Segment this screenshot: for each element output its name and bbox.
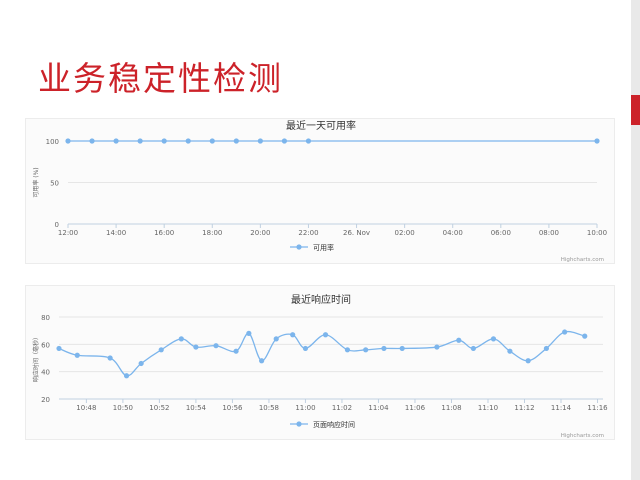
y-tick-label: 20 xyxy=(41,396,50,404)
x-tick-label: 20:00 xyxy=(250,229,270,237)
x-tick-label: 11:02 xyxy=(332,404,352,412)
data-point xyxy=(290,332,296,338)
availability-chart: 最近一天可用率 0 50 100 12:00 14:00 16:00 18:00 20:00 22… xyxy=(32,119,607,263)
data-point xyxy=(399,345,405,352)
x-tick-label: 10:54 xyxy=(186,404,207,412)
x-tick-label: 11:16 xyxy=(587,404,608,412)
chart-credits: Highcharts.com xyxy=(561,433,604,439)
y-tick-label: 100 xyxy=(46,138,59,146)
legend-marker xyxy=(296,244,302,250)
data-point xyxy=(434,344,440,350)
y-tick-label: 60 xyxy=(41,341,50,349)
x-tick-label: 11:04 xyxy=(368,404,389,412)
data-point xyxy=(123,373,130,379)
x-tick-label: 10:52 xyxy=(149,404,169,412)
response-time-chart-panel: 最近响应时间 20 40 60 80 10:48 10:50 10:52 10:54 10:56 1… xyxy=(25,285,615,440)
data-point xyxy=(107,355,113,361)
data-point xyxy=(209,138,215,144)
data-point xyxy=(281,138,288,144)
legend-marker xyxy=(296,421,302,427)
data-point xyxy=(259,358,265,364)
x-tick-label: 18:00 xyxy=(202,229,222,237)
data-point xyxy=(344,347,351,353)
x-tick-label: 10:00 xyxy=(587,229,607,237)
data-point xyxy=(137,138,143,144)
x-tick-label: 16:00 xyxy=(154,229,174,237)
x-tick-label: 10:48 xyxy=(76,404,96,412)
data-point xyxy=(185,138,191,144)
x-tick-label: 02:00 xyxy=(395,229,415,237)
data-point xyxy=(363,347,369,353)
x-tick-label: 11:00 xyxy=(295,404,315,412)
data-point xyxy=(65,138,71,144)
data-point xyxy=(562,329,568,335)
x-tick-label: 06:00 xyxy=(491,229,511,237)
x-tick-label: 14:00 xyxy=(106,229,126,237)
x-tick-label: 10:58 xyxy=(259,404,279,412)
x-tick-label: 22:00 xyxy=(298,229,318,237)
data-point xyxy=(594,138,600,144)
availability-chart-panel: 最近一天可用率 0 50 100 12:00 14:00 16:00 18:00 20:00 22… xyxy=(25,118,615,264)
chart-credits: Highcharts.com xyxy=(561,257,604,263)
x-tick-label: 11:14 xyxy=(551,404,572,412)
y-tick-label: 80 xyxy=(41,314,50,322)
data-point xyxy=(213,343,219,349)
chart-title: 最近一天可用率 xyxy=(286,119,356,132)
legend-label: 可用率 xyxy=(313,243,334,252)
x-tick-label: 04:00 xyxy=(443,229,463,237)
data-point xyxy=(322,332,329,338)
data-point xyxy=(233,138,239,144)
data-point xyxy=(302,345,309,352)
data-point xyxy=(233,348,239,354)
data-point xyxy=(490,336,497,342)
data-point xyxy=(161,138,167,144)
data-point xyxy=(470,345,476,352)
right-accent-bar xyxy=(631,0,640,480)
y-tick-label: 0 xyxy=(55,221,59,229)
x-tick-label: 10:56 xyxy=(222,404,243,412)
data-point xyxy=(158,347,164,353)
x-tick-label: 10:50 xyxy=(113,404,133,412)
y-axis-title: 响应时间（毫秒） xyxy=(32,334,40,382)
slide-title: 业务稳定性检测 xyxy=(38,59,283,98)
x-tick-label: 11:10 xyxy=(478,404,498,412)
data-point xyxy=(246,330,252,336)
data-point xyxy=(138,360,144,367)
data-point xyxy=(113,138,119,144)
x-tick-label: 26. Nov xyxy=(343,229,370,237)
data-point xyxy=(178,336,184,342)
data-point xyxy=(193,344,199,350)
right-accent-red-block xyxy=(631,95,640,125)
data-point xyxy=(305,138,312,144)
x-tick-label: 11:06 xyxy=(405,404,426,412)
data-point xyxy=(257,138,263,144)
legend-label: 页面响应时间 xyxy=(313,420,355,429)
series-line xyxy=(58,330,585,377)
data-point xyxy=(56,345,62,352)
data-point xyxy=(381,345,387,352)
data-point xyxy=(74,352,80,358)
y-tick-label: 40 xyxy=(41,369,50,377)
data-point xyxy=(456,337,462,343)
y-axis-title: 可用率 (%) xyxy=(32,167,40,197)
data-point xyxy=(543,345,550,352)
data-point xyxy=(582,333,588,339)
data-point xyxy=(507,348,513,354)
x-tick-label: 12:00 xyxy=(58,229,78,237)
response-time-chart: 最近响应时间 20 40 60 80 10:48 10:50 10:52 10:54 10:56 1… xyxy=(32,293,608,439)
data-point xyxy=(273,336,279,342)
data-point xyxy=(525,358,531,364)
x-tick-label: 08:00 xyxy=(539,229,559,237)
x-tick-label: 11:08 xyxy=(441,404,461,412)
chart-title: 最近响应时间 xyxy=(291,293,351,306)
x-tick-label: 11:12 xyxy=(514,404,534,412)
y-tick-label: 50 xyxy=(50,180,59,188)
data-point xyxy=(89,138,95,144)
